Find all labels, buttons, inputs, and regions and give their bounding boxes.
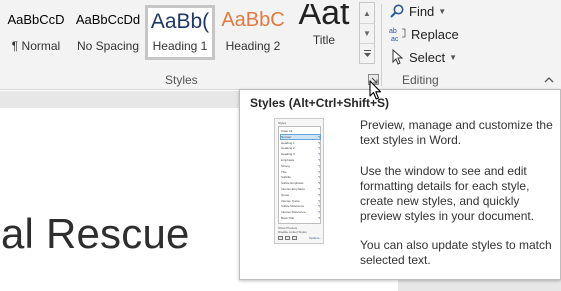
thumbnail-style-row: Subtle Reference ¶: [281, 204, 320, 208]
gallery-scrollbar: ▲ ▼: [359, 2, 375, 64]
tooltip-paragraph-2: Use the window to see and edit formattin…: [360, 164, 535, 223]
gallery-more-icon[interactable]: [360, 43, 374, 63]
thumbnail-style-row: Subtitle ¶: [281, 175, 320, 179]
style-heading-1-preview: AaBb(: [150, 10, 210, 33]
thumbnail-style-row: Intense Reference ¶: [281, 210, 320, 214]
style-title-label: Title: [312, 33, 336, 47]
thumbnail-style-row: Title ¶: [281, 170, 320, 174]
paragraph-mark-icon: ¶: [318, 152, 320, 157]
style-normal-label: ¶ Normal: [11, 39, 61, 53]
editing-group-label: Editing: [402, 73, 439, 87]
mouse-pointer-icon: [369, 80, 383, 102]
thumbnail-style-row-label: Heading 1: [281, 140, 295, 145]
svg-text:ac: ac: [391, 36, 399, 42]
group-divider: [381, 4, 382, 86]
thumbnail-style-row-label: Book Title: [281, 216, 295, 220]
thumbnail-style-row-label: Intense Emphasis: [281, 187, 305, 191]
style-heading-2-label: Heading 2: [225, 39, 281, 53]
paragraph-mark-icon: ¶: [318, 204, 320, 209]
thumbnail-style-row-label: Subtitle: [281, 175, 292, 180]
ribbon: AaBbCcD ¶ Normal AaBbCcDd No Spacing AaB…: [0, 0, 561, 90]
thumbnail-style-row: Normal ¶: [280, 133, 321, 140]
replace-ab-icon: abac: [389, 28, 406, 42]
thumbnail-style-row: Subtle Emphasis ¶: [281, 181, 320, 185]
thumbnail-style-list: Clear All Normal ¶ Heading 1 ¶ Heading 2 ¶ Head…: [278, 126, 321, 224]
chevron-down-icon: ▼: [438, 6, 447, 16]
thumbnail-style-row: Strong ¶: [281, 164, 320, 168]
thumbnail-style-row-label: Subtle Reference: [281, 204, 305, 209]
thumbnail-style-row-label: Heading 3: [281, 152, 295, 157]
paragraph-mark-icon: ¶: [318, 140, 320, 145]
thumbnail-style-row-label: Subtle Emphasis: [281, 181, 304, 186]
styles-pane-thumbnail: Styles Clear All Normal ¶ Heading 1 ¶ Heading…: [274, 118, 324, 244]
thumbnail-style-row: Quote ¶: [281, 193, 320, 197]
paragraph-mark-icon: ¶: [318, 158, 320, 162]
find-label: Find: [409, 3, 435, 19]
select-button[interactable]: Select ▼: [389, 47, 457, 67]
thumbnail-options-link: Options...: [309, 236, 322, 240]
style-no-spacing[interactable]: AaBbCcDd No Spacing: [73, 4, 143, 60]
select-label: Select: [409, 49, 446, 65]
thumbnail-style-row-label: Intense Reference: [281, 210, 306, 215]
style-heading-2[interactable]: AaBbC Heading 2: [217, 4, 289, 60]
paragraph-mark-icon: ¶: [318, 175, 320, 180]
paragraph-mark-icon: ¶: [318, 192, 320, 197]
collapse-ribbon-chevron-up-icon[interactable]: [542, 72, 556, 86]
thumbnail-style-row-label: Intense Quote: [281, 198, 300, 203]
gallery-scroll-down-icon[interactable]: ▼: [360, 23, 374, 43]
thumbnail-style-row-label: Title: [281, 169, 287, 174]
thumbnail-checkbox-linked-styles: Disable Linked Styles: [278, 230, 307, 234]
styles-group-label: Styles: [165, 73, 198, 87]
style-heading-1-label: Heading 1: [152, 39, 208, 53]
thumbnail-action-icons: [278, 236, 297, 240]
thumbnail-style-row: Emphasis ¶: [281, 158, 320, 162]
thumbnail-style-row-label: Heading 2: [281, 146, 295, 151]
gallery-scroll-up-icon[interactable]: ▲: [360, 3, 374, 23]
paragraph-mark-icon: ¶: [318, 163, 320, 168]
thumbnail-style-row: Heading 2 ¶: [281, 146, 320, 150]
paragraph-mark-icon: ¶: [318, 169, 320, 174]
styles-tooltip: Styles (Alt+Ctrl+Shift+S) Styles Clear A…: [239, 89, 561, 280]
thumbnail-style-row: Book Title ¶: [281, 216, 320, 220]
paragraph-mark-icon: ¶: [318, 198, 320, 203]
thumbnail-style-row-label: Quote: [281, 192, 290, 197]
chevron-down-icon: ▼: [449, 52, 458, 62]
find-button[interactable]: Find ▼: [389, 1, 446, 21]
thumbnail-style-row: Intense Quote ¶: [281, 199, 320, 203]
thumbnail-style-row: Heading 1 ¶: [281, 141, 320, 145]
svg-text:ab: ab: [389, 28, 397, 35]
paragraph-mark-icon: ¶: [318, 134, 320, 139]
paragraph-mark-icon: ¶: [318, 187, 320, 191]
style-heading-2-preview: AaBbC: [221, 9, 285, 31]
paragraph-mark-icon: ¶: [318, 210, 320, 215]
binoculars-search-icon: [390, 4, 404, 18]
thumbnail-style-row: Heading 3 ¶: [281, 152, 320, 156]
style-no-spacing-label: No Spacing: [76, 39, 140, 53]
thumbnail-style-row: Intense Emphasis ¶: [281, 187, 320, 191]
style-title-preview: Aat: [298, 4, 350, 30]
style-title[interactable]: Aat Title: [290, 4, 358, 60]
style-no-spacing-preview: AaBbCcDd: [75, 12, 141, 27]
style-normal[interactable]: AaBbCcD ¶ Normal: [0, 4, 72, 60]
style-heading-1[interactable]: AaBb( Heading 1: [145, 5, 215, 60]
styles-gallery: AaBbCcD ¶ Normal AaBbCcDd No Spacing AaB…: [0, 0, 375, 64]
paragraph-mark-icon: ¶: [318, 146, 320, 151]
cursor-select-icon: [392, 49, 404, 65]
replace-button[interactable]: ab ac Replace: [389, 24, 459, 44]
thumbnail-style-row-label: Clear All: [281, 129, 293, 133]
style-normal-preview: AaBbCcD: [7, 12, 65, 27]
thumbnail-style-row: Clear All: [281, 129, 320, 133]
editing-group: Find ▼ ab ac Replace Select ▼: [389, 0, 479, 70]
paragraph-mark-icon: ¶: [318, 216, 320, 220]
paragraph-mark-icon: ¶: [318, 181, 320, 186]
thumbnail-pane-title: Styles: [278, 121, 287, 125]
thumbnail-style-row-label: Normal: [281, 134, 291, 139]
document-heading-text[interactable]: al Rescue: [1, 211, 190, 257]
replace-label: Replace: [411, 26, 459, 42]
thumbnail-style-row-label: Emphasis: [281, 158, 295, 162]
tooltip-paragraph-3: You can also update styles to match sele…: [360, 238, 552, 267]
thumbnail-style-row-label: Strong: [281, 163, 290, 168]
tooltip-paragraph-1: Preview, manage and customize the text s…: [360, 118, 553, 147]
